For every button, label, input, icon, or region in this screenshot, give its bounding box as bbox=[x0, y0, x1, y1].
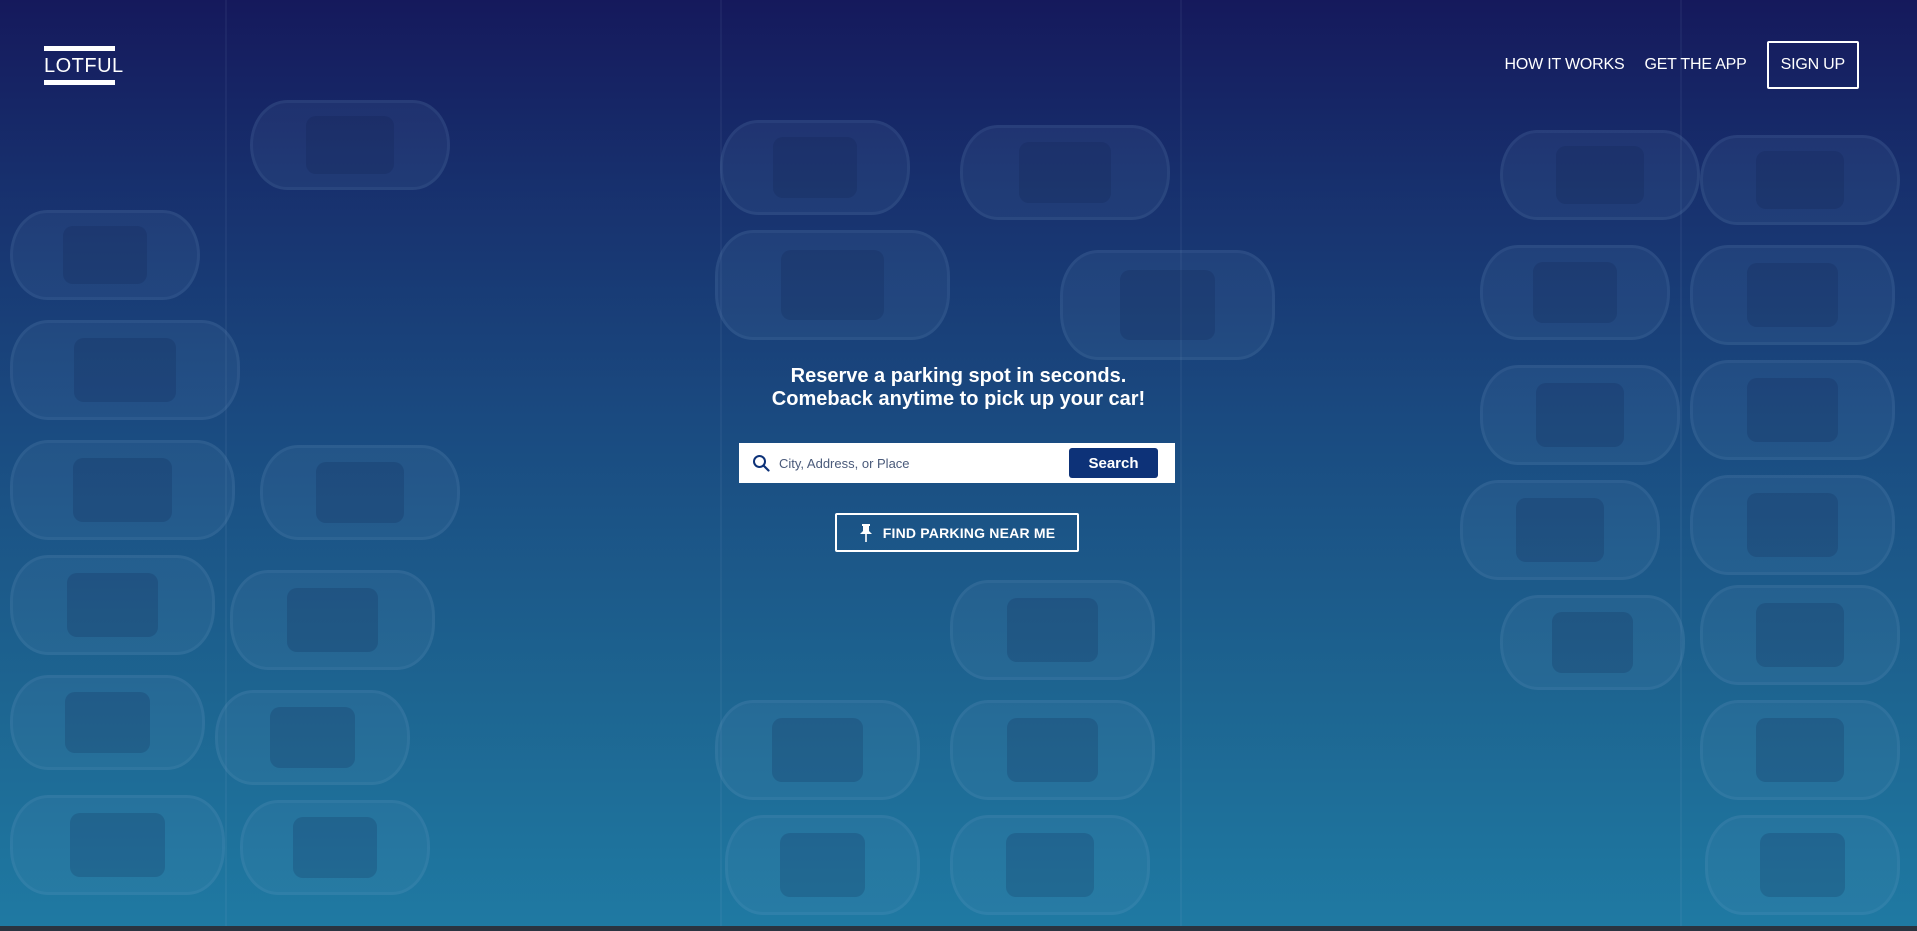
car-silhouette bbox=[950, 815, 1150, 915]
car-silhouette bbox=[10, 210, 200, 300]
car-silhouette bbox=[10, 440, 235, 540]
car-silhouette bbox=[950, 580, 1155, 680]
headline-line-2: Comeback anytime to pick up your car! bbox=[771, 388, 1146, 410]
car-silhouette bbox=[250, 100, 450, 190]
car-silhouette bbox=[215, 690, 410, 785]
nav-how-it-works[interactable]: HOW IT WORKS bbox=[1505, 42, 1625, 88]
sign-up-button[interactable]: SIGN UP bbox=[1766, 41, 1859, 89]
car-silhouette bbox=[260, 445, 460, 540]
search-button[interactable]: Search bbox=[1069, 448, 1158, 478]
top-nav: HOW IT WORKS GET THE APP SIGN UP bbox=[1485, 41, 1859, 89]
nav-get-the-app[interactable]: GET THE APP bbox=[1644, 42, 1746, 88]
hero-headline: Reserve a parking spot in seconds. Comeb… bbox=[0, 365, 1917, 411]
car-silhouette bbox=[720, 120, 910, 215]
car-silhouette bbox=[1700, 135, 1900, 225]
car-silhouette bbox=[240, 800, 430, 895]
car-silhouette bbox=[950, 700, 1155, 800]
car-silhouette bbox=[1690, 245, 1895, 345]
car-silhouette bbox=[1060, 250, 1275, 360]
car-silhouette bbox=[1700, 700, 1900, 800]
find-parking-label: FIND PARKING NEAR ME bbox=[882, 524, 1056, 541]
lane-line bbox=[1180, 0, 1182, 931]
car-silhouette bbox=[10, 675, 205, 770]
search-icon bbox=[743, 443, 779, 483]
search-input[interactable] bbox=[779, 443, 1069, 483]
car-silhouette bbox=[1705, 815, 1900, 915]
search-bar: Search bbox=[739, 443, 1175, 483]
car-silhouette bbox=[1690, 475, 1895, 575]
car-silhouette bbox=[960, 125, 1170, 220]
logo[interactable]: LOTFUL bbox=[44, 46, 123, 85]
headline-line-1: Reserve a parking spot in seconds. bbox=[790, 365, 1127, 387]
car-silhouette bbox=[1480, 245, 1670, 340]
car-silhouette bbox=[10, 555, 215, 655]
car-silhouette bbox=[1500, 130, 1700, 220]
car-silhouette bbox=[725, 815, 920, 915]
car-silhouette bbox=[1460, 480, 1660, 580]
car-silhouette bbox=[715, 230, 950, 340]
lane-line bbox=[720, 0, 722, 931]
find-parking-near-me-button[interactable]: FIND PARKING NEAR ME bbox=[835, 513, 1079, 552]
car-silhouette bbox=[1700, 585, 1900, 685]
bottom-strip bbox=[0, 926, 1917, 931]
pushpin-icon bbox=[859, 523, 873, 542]
car-silhouette bbox=[1500, 595, 1685, 690]
car-silhouette bbox=[10, 795, 225, 895]
car-silhouette bbox=[715, 700, 920, 800]
car-silhouette bbox=[230, 570, 435, 670]
